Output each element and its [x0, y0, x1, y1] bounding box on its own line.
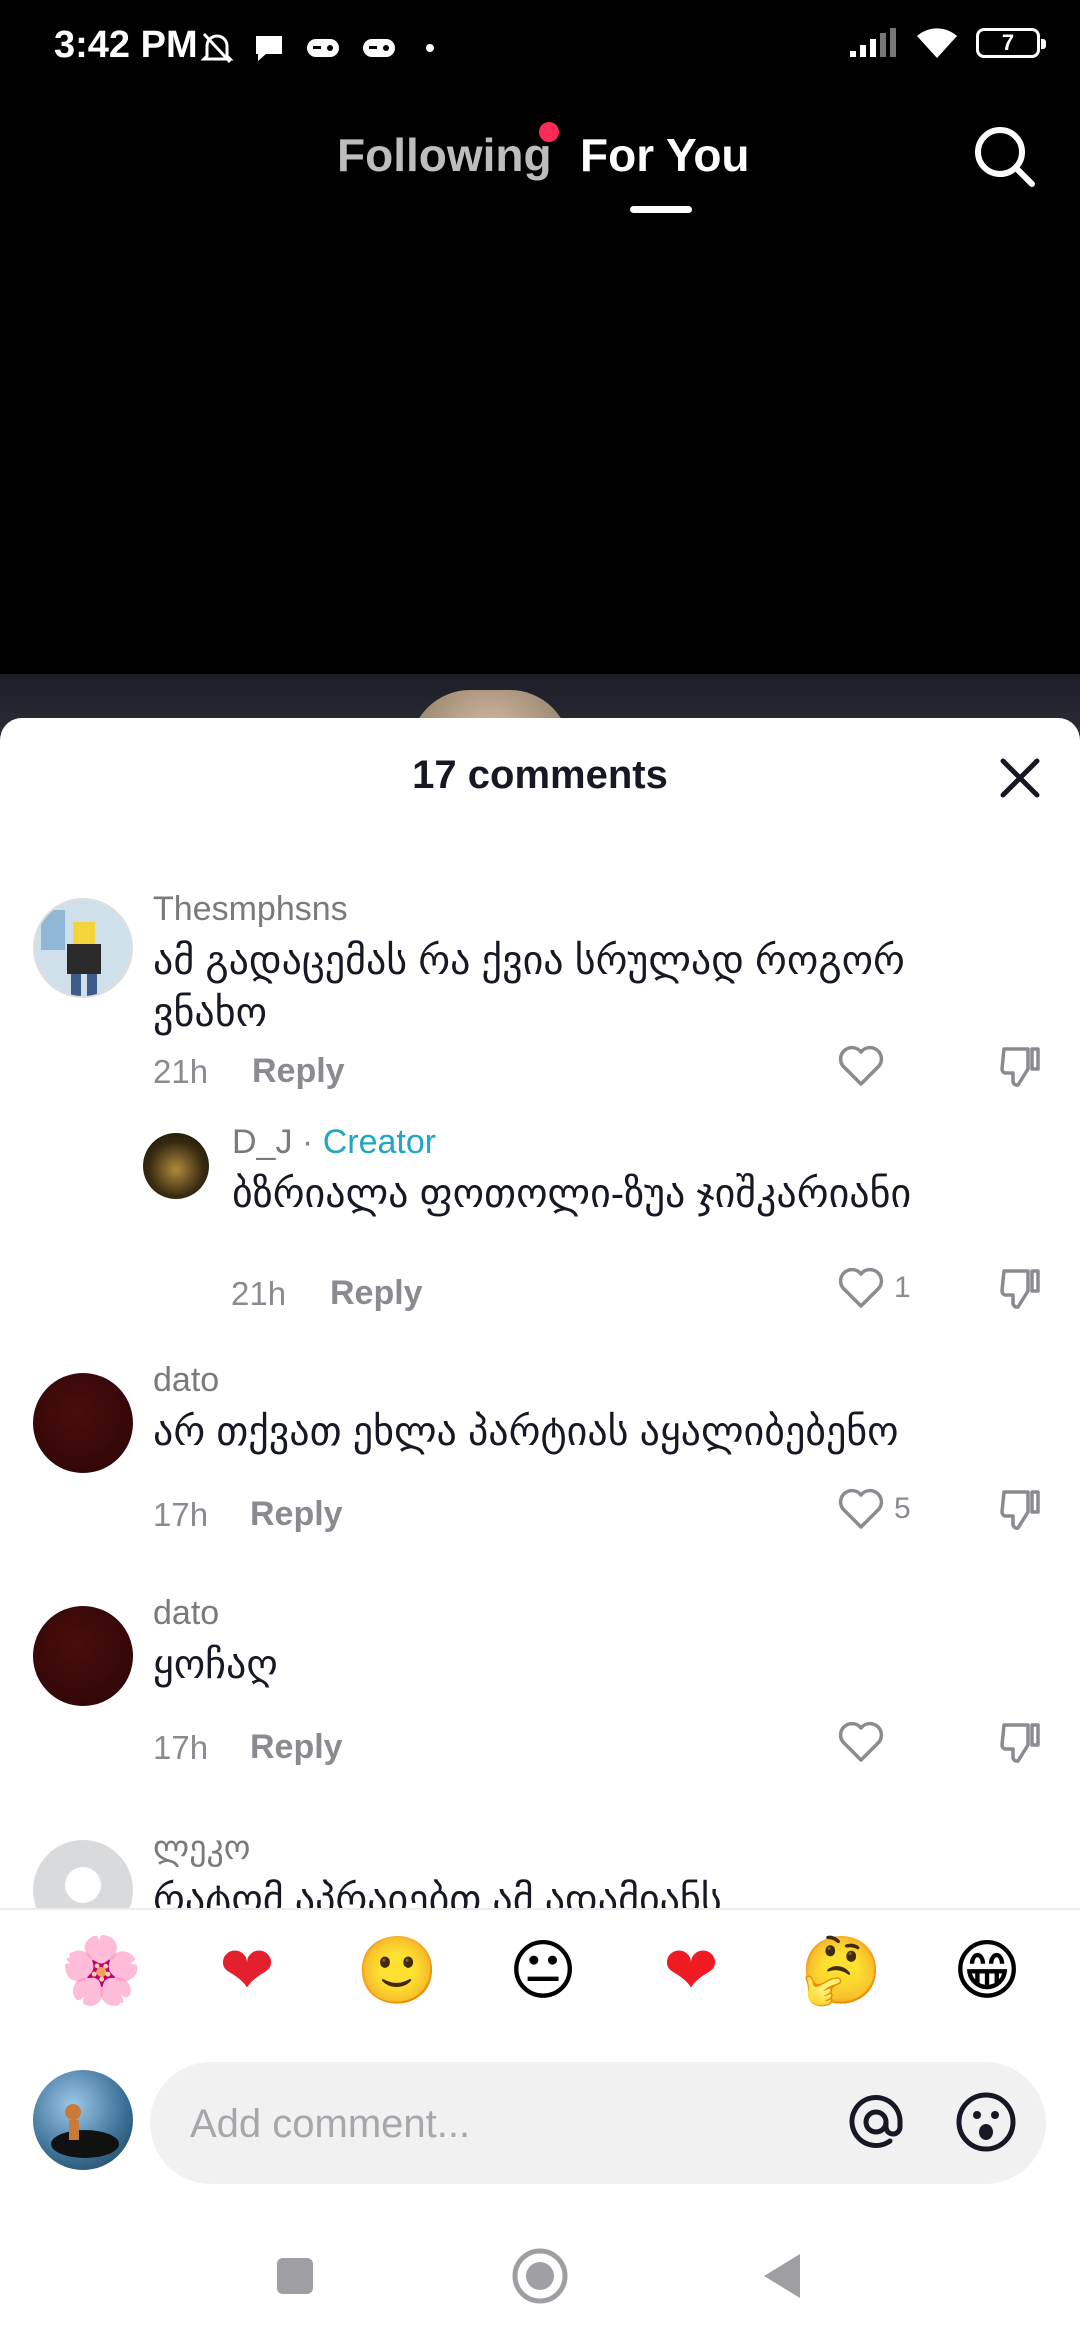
emoji-red-heart-button[interactable]: ❤	[208, 1932, 286, 2010]
dislike-button[interactable]	[998, 1488, 1042, 1537]
battery-icon: 7	[976, 28, 1046, 58]
avatar[interactable]	[33, 898, 133, 998]
comments-count-title: 17 comments	[412, 753, 668, 797]
comment-body: ლეკო რატომ აპრაიებთ ამ ადამიანს	[153, 1828, 1000, 1908]
like-button[interactable]: 5	[838, 1488, 911, 1530]
emoji-face-icon	[956, 2092, 1016, 2152]
battery-level: 7	[1001, 30, 1015, 55]
heart-outline-icon	[838, 1488, 884, 1529]
emoji-thinking-button[interactable]: 🤔	[800, 1932, 882, 2010]
game-controller-icon	[363, 39, 395, 57]
reply-button[interactable]: Reply	[330, 1274, 423, 1313]
heart-outline-icon	[838, 1267, 884, 1308]
comment-body: D_J · Creator ბზრიალა ფოთოლი-ზუა ჯიშკარი…	[232, 1123, 1000, 1220]
avatar-image	[35, 900, 131, 996]
separator: ·	[301, 1123, 314, 1161]
comment-username[interactable]: dato	[153, 1361, 1000, 1400]
dislike-button[interactable]	[998, 1721, 1042, 1770]
thumbs-down-icon	[1000, 1047, 1040, 1087]
avatar[interactable]	[33, 1373, 133, 1473]
active-tab-indicator	[630, 206, 692, 213]
like-button[interactable]	[838, 1721, 894, 1763]
emoji-slight-smile-button[interactable]: 🙂	[356, 1932, 438, 2010]
dislike-button[interactable]	[998, 1267, 1042, 1316]
comment-text: არ თქვათ ეხლა პარტიას აყალიბებენო	[153, 1410, 899, 1454]
game-controller-icon	[307, 39, 339, 57]
comment-text: ბზრიალა ფოთოლი-ზუა ჯიშკარიანი	[232, 1172, 912, 1216]
creator-username: D_J	[232, 1123, 293, 1161]
avatar[interactable]	[33, 1606, 133, 1706]
tab-for-you[interactable]: For You	[580, 128, 750, 182]
close-icon	[1000, 758, 1040, 798]
comments-sheet: 17 comments Thesmphsns ამ გადაცემას რა ქ…	[0, 718, 1080, 2340]
heart-outline-icon	[838, 1045, 884, 1086]
more-dot-icon	[426, 44, 434, 52]
avatar-image	[51, 2104, 119, 2158]
user-avatar[interactable]	[33, 2070, 133, 2170]
emoji-neutral-face-button[interactable]: 😐	[504, 1932, 582, 2010]
comment-input[interactable]	[188, 2062, 792, 2186]
reply-button[interactable]: Reply	[250, 1728, 343, 1767]
wifi-icon	[917, 28, 957, 58]
bell-muted-icon	[200, 32, 234, 64]
home-icon[interactable]	[510, 2246, 570, 2306]
comment-text: ყოჩაღ	[153, 1643, 278, 1687]
avatar[interactable]	[143, 1133, 209, 1199]
thumbs-down-icon	[1000, 1490, 1040, 1530]
back-icon[interactable]	[760, 2252, 804, 2300]
status-right: 7	[848, 26, 1046, 60]
tab-following[interactable]: Following	[337, 128, 552, 182]
heart-outline-icon	[838, 1721, 884, 1762]
comment-input-row	[0, 2058, 1080, 2188]
notification-dot	[539, 122, 559, 142]
search-icon	[975, 127, 1035, 187]
comment-input-box[interactable]	[150, 2062, 1046, 2186]
default-avatar-icon	[65, 1867, 101, 1903]
signal-icon	[850, 28, 896, 57]
comment-username[interactable]: ლეკო	[153, 1828, 1000, 1868]
status-time: 3:42 PM	[54, 24, 198, 66]
comment-time: 21h	[231, 1275, 287, 1312]
thumbs-down-icon	[1000, 1269, 1040, 1309]
like-count: 5	[894, 1492, 911, 1525]
reply-button[interactable]: Reply	[250, 1495, 343, 1534]
comment-body: Thesmphsns ამ გადაცემას რა ქვია სრულად რ…	[153, 890, 1000, 1039]
comment-time: 17h	[153, 1729, 209, 1766]
like-button[interactable]	[838, 1045, 894, 1087]
creator-badge: Creator	[322, 1123, 437, 1161]
emoji-heart-button[interactable]: ❤	[652, 1932, 730, 2010]
chat-bubble-icon	[256, 36, 282, 61]
recent-apps-icon[interactable]	[275, 2256, 315, 2296]
search-button[interactable]	[970, 122, 1040, 192]
emoji-picker-button[interactable]	[950, 2086, 1022, 2158]
comment-body: dato ყოჩაღ	[153, 1594, 1000, 1691]
comment-username[interactable]: Thesmphsns	[153, 890, 1000, 929]
comment-text: ამ გადაცემას რა ქვია სრულად როგორ ვნახო	[153, 939, 905, 1035]
mention-button[interactable]	[840, 2086, 912, 2158]
emoji-cherry-blossom-button[interactable]: 🌸	[60, 1932, 142, 2010]
comment-text: რატომ აპრაიებთ ამ ადამიანს	[153, 1878, 722, 1908]
at-sign-icon	[849, 2095, 903, 2148]
avatar[interactable]	[33, 1840, 133, 1908]
comment-time: 17h	[153, 1496, 209, 1533]
like-button[interactable]: 1	[838, 1267, 911, 1309]
comment-time: 21h	[153, 1053, 209, 1090]
reply-button[interactable]: Reply	[252, 1052, 345, 1091]
comment-body: dato არ თქვათ ეხლა პარტიას აყალიბებენო	[153, 1361, 1000, 1458]
comment-username[interactable]: D_J · Creator	[232, 1123, 1000, 1162]
comments-list[interactable]: Thesmphsns ამ გადაცემას რა ქვია სრულად რ…	[0, 868, 1080, 1908]
dislike-button[interactable]	[998, 1045, 1042, 1094]
close-button[interactable]	[995, 753, 1045, 803]
status-bar: 3:42 PM 7	[0, 0, 1080, 95]
system-navigation-bar	[0, 2218, 1080, 2338]
quick-emoji-bar: 🌸 ❤ 🙂 😐 ❤ 🤔 😁	[0, 1908, 1080, 2035]
notification-icons	[200, 30, 434, 66]
like-count: 1	[894, 1271, 911, 1304]
thumbs-down-icon	[1000, 1723, 1040, 1763]
comment-username[interactable]: dato	[153, 1594, 1000, 1633]
emoji-grin-button[interactable]: 😁	[948, 1932, 1026, 2010]
